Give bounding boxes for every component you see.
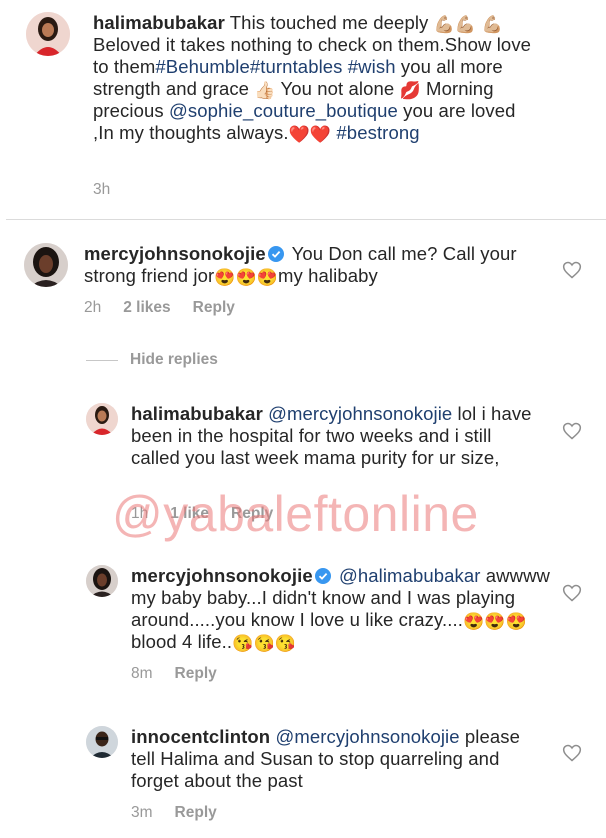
avatar-image: [26, 12, 70, 56]
mention-link[interactable]: @halimabubakar: [339, 565, 481, 586]
mention-link[interactable]: @mercyjohnsonokojie: [275, 726, 459, 747]
mention-link[interactable]: @sophie_couture_boutique: [169, 100, 398, 121]
avatar[interactable]: [86, 565, 118, 597]
caption-segment: This touched me deeply: [224, 12, 434, 33]
avatar[interactable]: [86, 726, 118, 758]
caption-segment: You not alone: [275, 78, 400, 99]
timestamp[interactable]: 3h: [93, 181, 110, 198]
likes-count[interactable]: 1 like: [170, 505, 209, 522]
comment-meta: 2h 2 likes Reply: [84, 299, 257, 317]
username[interactable]: innocentclinton: [131, 726, 270, 747]
username[interactable]: halimabubakar: [93, 12, 225, 33]
timestamp[interactable]: 8m: [131, 665, 153, 682]
comment-text: mercyjohnsonokojie @halimabubakar awwww …: [131, 565, 551, 653]
heart-outline-icon[interactable]: [562, 421, 582, 441]
comment-text: innocentclinton @mercyjohnsonokojie plea…: [131, 726, 531, 792]
hashtag-link[interactable]: #wish: [348, 56, 396, 77]
heart-eyes-emoji: 😍😍😍: [214, 268, 279, 287]
username[interactable]: halimabubakar: [131, 403, 263, 424]
red-heart-emoji: ❤️❤️: [288, 125, 332, 144]
comment-meta: 3h: [93, 181, 132, 199]
kissing-face-emoji: 😘😘😘: [232, 634, 296, 653]
avatar[interactable]: [86, 403, 118, 435]
reply-button[interactable]: Reply: [175, 804, 217, 821]
hide-replies-button[interactable]: Hide replies: [130, 351, 218, 369]
likes-count[interactable]: 2 likes: [123, 299, 170, 316]
heart-outline-icon[interactable]: [562, 260, 582, 280]
hashtag-link[interactable]: #Behumble#turntables: [155, 56, 342, 77]
flexed-biceps-emoji: 💪🏼💪🏼: [433, 15, 477, 34]
reply-button[interactable]: Reply: [175, 665, 217, 682]
comment-meta: 3m Reply: [131, 804, 239, 822]
avatar[interactable]: [24, 243, 68, 287]
heart-eyes-emoji: 😍😍😍: [462, 612, 527, 631]
avatar-image: [24, 243, 68, 287]
comment-meta: 8m Reply: [131, 665, 239, 683]
caption-text: halimabubakar This touched me deeply 💪🏼💪…: [93, 12, 533, 144]
username[interactable]: mercyjohnsonokojie: [131, 565, 313, 586]
reply-button[interactable]: Reply: [231, 505, 273, 522]
verified-badge-icon: [314, 568, 331, 584]
hashtag-link[interactable]: #bestrong: [336, 122, 419, 143]
comment-text: halimabubakar @mercyjohnsonokojie lol i …: [131, 403, 543, 469]
reply-comment: halimabubakar @mercyjohnsonokojie lol i …: [0, 390, 606, 540]
heart-outline-icon[interactable]: [562, 583, 582, 603]
comment-segment: my halibaby: [278, 265, 378, 286]
timestamp[interactable]: 3m: [131, 804, 153, 821]
verified-badge-icon: [267, 246, 284, 262]
timestamp[interactable]: 2h: [84, 299, 101, 316]
avatar-image: [86, 726, 118, 758]
hide-replies-line: [86, 360, 118, 361]
comment-text: mercyjohnsonokojie You Don call me? Call…: [84, 243, 544, 287]
comment-meta: 1h 1 like Reply: [131, 505, 295, 523]
comment: mercyjohnsonokojie You Don call me? Call…: [0, 220, 606, 340]
kiss-mark-emoji: 💋: [399, 81, 421, 100]
thumbs-up-emoji: 👍🏻: [254, 81, 276, 100]
flexed-biceps-emoji: 💪🏼: [481, 15, 503, 34]
mention-link[interactable]: @mercyjohnsonokojie: [268, 403, 452, 424]
comment-segment: blood 4 life..: [131, 631, 233, 652]
timestamp[interactable]: 1h: [131, 505, 148, 522]
reply-comment: mercyjohnsonokojie @halimabubakar awwww …: [0, 555, 606, 695]
reply-comment: innocentclinton @mercyjohnsonokojie plea…: [0, 718, 606, 838]
heart-outline-icon[interactable]: [562, 743, 582, 763]
avatar-image: [86, 403, 118, 435]
avatar-image: [86, 565, 118, 597]
reply-button[interactable]: Reply: [193, 299, 235, 316]
caption-post: halimabubakar This touched me deeply 💪🏼💪…: [0, 0, 606, 215]
username[interactable]: mercyjohnsonokojie: [84, 243, 266, 264]
avatar[interactable]: [26, 12, 70, 56]
